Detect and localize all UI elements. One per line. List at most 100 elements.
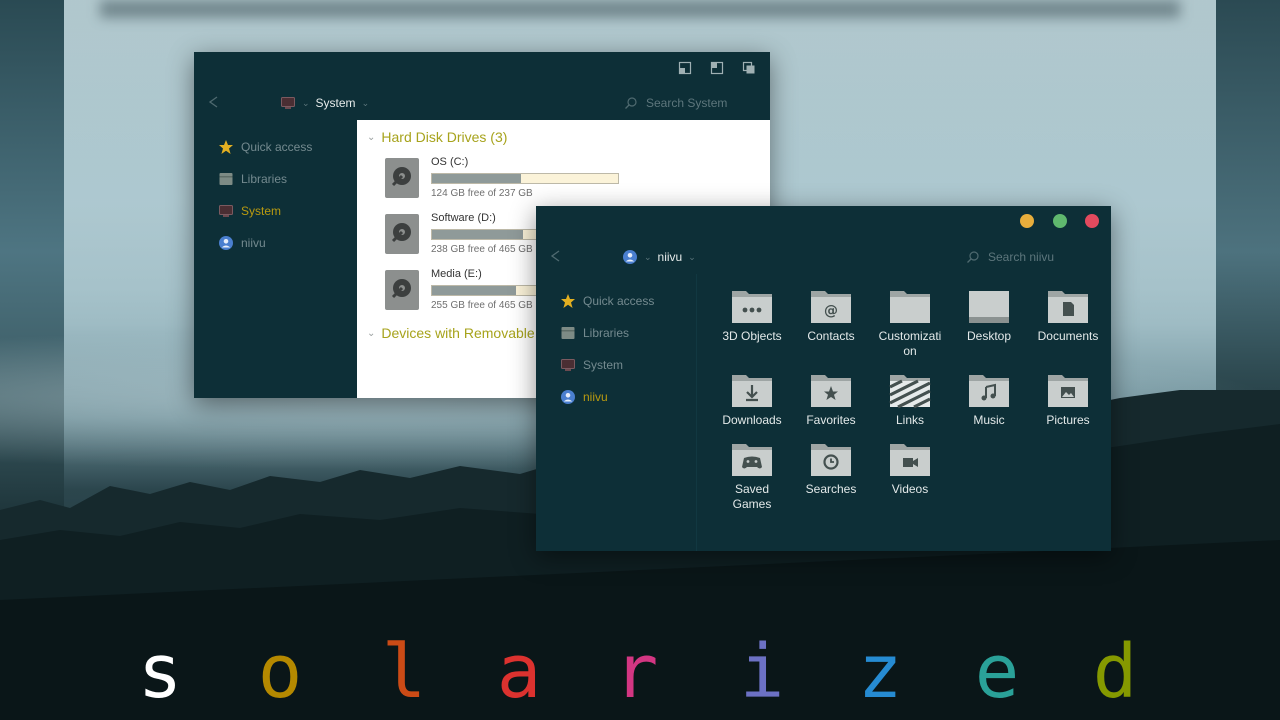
folder-label: Videos — [891, 482, 929, 496]
address-label: System — [315, 96, 356, 110]
maximize-dot-icon[interactable] — [1053, 214, 1067, 228]
back-arrow-icon[interactable] — [548, 248, 564, 264]
drive-usage-fill — [432, 230, 524, 239]
computer-icon — [561, 359, 575, 371]
folder-saved-games[interactable]: Saved Games — [714, 440, 790, 512]
drive-usage-fill — [432, 174, 522, 183]
sidebar-item-system[interactable]: System — [218, 201, 281, 221]
sidebar-item-niivu[interactable]: niivu — [560, 387, 608, 407]
sidebar-item-label: niivu — [583, 390, 608, 404]
folder-label: Contacts — [807, 329, 855, 343]
sidebar-item-label: Quick access — [241, 140, 313, 154]
sidebar-item-libraries[interactable]: Libraries — [218, 169, 287, 189]
pictures-folder-icon — [1048, 375, 1088, 407]
libraries-icon — [219, 173, 233, 185]
search-placeholder: Search System — [646, 96, 728, 110]
user-icon — [219, 236, 233, 250]
sidebar-item-quick-access[interactable]: Quick access — [218, 137, 312, 157]
brand-letter-z: z — [857, 629, 903, 715]
folder-customization[interactable]: Customization — [872, 287, 948, 359]
downloads-folder-icon — [732, 375, 772, 407]
folder-3d-objects[interactable]: 3D Objects — [714, 287, 790, 344]
sidebar-item-label: System — [241, 204, 282, 218]
address-caret-icon: ⌄ — [644, 251, 652, 262]
sidebar-item-system[interactable]: System — [560, 355, 623, 375]
drive-usage-bar — [431, 173, 619, 184]
brand-letter-l: l — [381, 629, 427, 715]
maximize-icon[interactable] — [710, 61, 724, 75]
sidebar-item-libraries[interactable]: Libraries — [560, 323, 629, 343]
folder-pictures[interactable]: Pictures — [1030, 371, 1106, 428]
searches-folder-icon — [811, 444, 851, 476]
drive-name: OS (C:) — [431, 156, 469, 168]
niivu-titlebar — [536, 206, 1111, 240]
address-caret-icon: ⌄ — [302, 97, 310, 108]
minimize-icon[interactable] — [678, 61, 692, 75]
saved-games-folder-icon — [732, 444, 772, 476]
search-icon — [625, 97, 637, 109]
3d-objects-folder-icon — [732, 291, 772, 323]
folder-documents[interactable]: Documents — [1030, 287, 1106, 344]
close-icon[interactable] — [742, 61, 756, 75]
brand-letter-r: r — [613, 629, 659, 715]
address-bar[interactable]: ⌄ System ⌄ — [280, 92, 369, 114]
address-bar[interactable]: ⌄ niivu ⌄ — [622, 246, 696, 268]
folder-label: Desktop — [966, 329, 1012, 343]
folder-downloads[interactable]: Downloads — [714, 371, 790, 428]
folder-contacts[interactable]: @ Contacts — [793, 287, 869, 344]
sidebar-item-niivu[interactable]: niivu — [218, 233, 266, 253]
folder-label: Favorites — [806, 413, 856, 427]
folder-label: 3D Objects — [722, 329, 782, 343]
address-dropdown-icon: ⌄ — [361, 97, 370, 108]
folder-label: Saved Games — [732, 482, 772, 511]
folder-music[interactable]: Music — [951, 371, 1027, 428]
sidebar-item-label: Libraries — [583, 326, 630, 340]
back-arrow-icon[interactable] — [206, 94, 222, 110]
folder-searches[interactable]: Searches — [793, 440, 869, 497]
folder-label: Documents — [1037, 329, 1099, 343]
address-dropdown-icon: ⌄ — [688, 251, 696, 262]
folder-desktop[interactable]: Desktop — [951, 287, 1027, 344]
collapse-chevron-icon: ⌄ — [367, 327, 376, 339]
brand-letter-a: a — [496, 629, 542, 715]
brand-letter-d: d — [1092, 629, 1138, 715]
brand-letter-i: i — [739, 629, 785, 715]
group-heading: Hard Disk Drives (3) — [381, 129, 508, 145]
videos-folder-icon — [890, 444, 930, 476]
search-box[interactable]: Search System — [624, 92, 727, 114]
folder-label: Downloads — [722, 413, 782, 427]
sidebar-item-label: Libraries — [241, 172, 288, 186]
search-box[interactable]: Search niivu — [966, 246, 1054, 268]
folder-favorites[interactable]: Favorites — [793, 371, 869, 428]
svg-text:@: @ — [824, 303, 838, 319]
folder-label: Links — [895, 413, 924, 427]
system-navbar: ⌄ System ⌄ Search System — [194, 86, 770, 120]
folder-label: Searches — [805, 482, 857, 496]
minimize-dot-icon[interactable] — [1020, 214, 1034, 228]
drive-free-space: 255 GB free of 465 GB — [431, 300, 533, 311]
group-hard-disk-drives[interactable]: ⌄ Hard Disk Drives (3) — [367, 129, 507, 145]
drive-free-space: 238 GB free of 465 GB — [431, 244, 533, 255]
links-folder-icon — [889, 375, 931, 409]
brand-letter-s: s — [137, 629, 183, 715]
search-icon — [967, 251, 979, 263]
drive-item-c[interactable]: OS (C:) 124 GB free of 237 GB — [385, 154, 645, 202]
folder-icon — [890, 291, 930, 323]
folder-videos[interactable]: Videos — [872, 440, 948, 497]
drive-name: Media (E:) — [431, 268, 482, 280]
star-icon — [561, 294, 575, 308]
niivu-window: ⌄ niivu ⌄ Search niivu Quick access Libr… — [536, 206, 1111, 551]
brand-letter-e: e — [974, 629, 1020, 715]
hard-drive-icon — [385, 270, 419, 310]
sidebar-item-quick-access[interactable]: Quick access — [560, 291, 654, 311]
drive-name: Software (D:) — [431, 212, 496, 224]
folder-label: Pictures — [1046, 413, 1090, 427]
search-placeholder: Search niivu — [988, 250, 1055, 264]
collapse-chevron-icon: ⌄ — [367, 131, 376, 143]
folder-links[interactable]: Links — [872, 371, 948, 428]
sidebar-item-label: niivu — [241, 236, 266, 250]
folder-label: Music — [973, 413, 1005, 427]
system-titlebar — [194, 52, 770, 86]
solarized-title: s o l a r i z e d — [0, 632, 1280, 712]
close-dot-icon[interactable] — [1085, 214, 1099, 228]
